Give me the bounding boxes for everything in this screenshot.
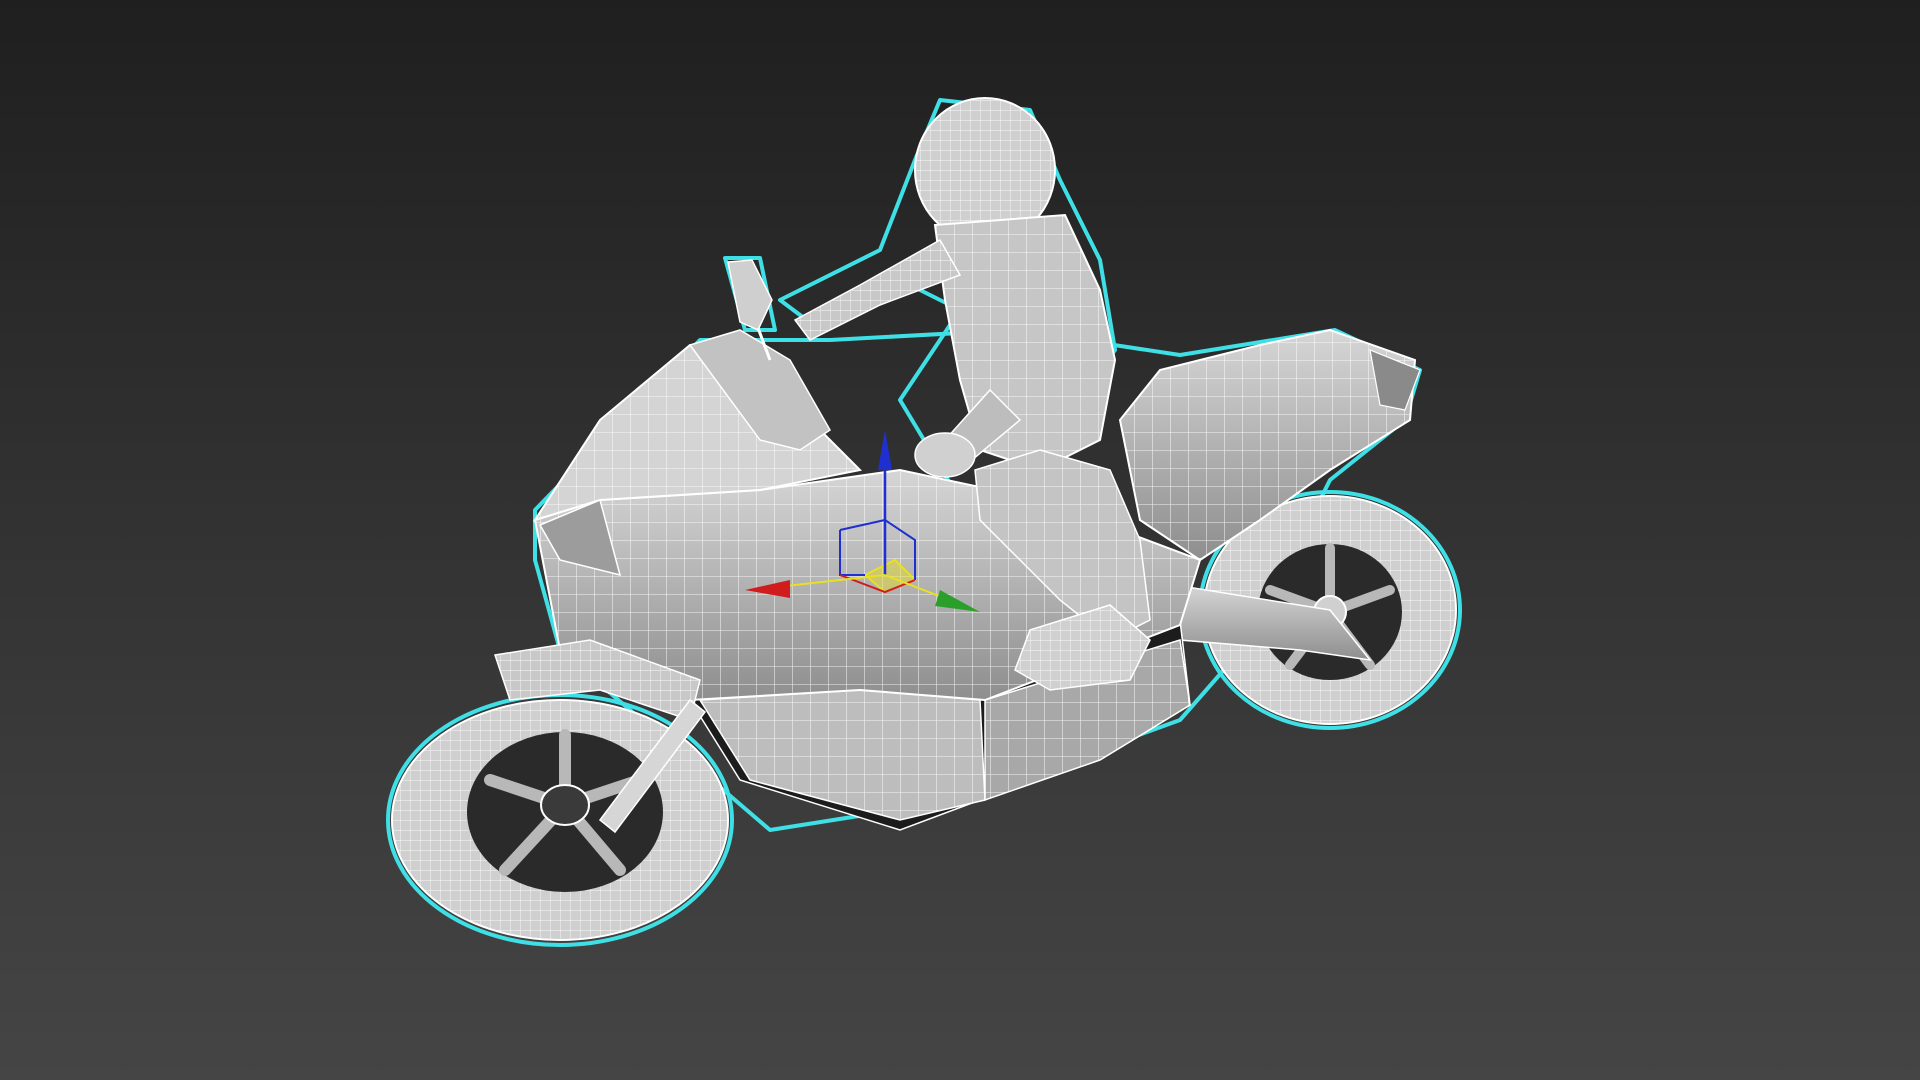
3d-viewport[interactable] bbox=[0, 0, 1920, 1080]
handlebar-grip[interactable] bbox=[914, 432, 976, 478]
viewport-scene[interactable] bbox=[0, 0, 1920, 1080]
gizmo-z-arrow[interactable] bbox=[878, 430, 892, 470]
